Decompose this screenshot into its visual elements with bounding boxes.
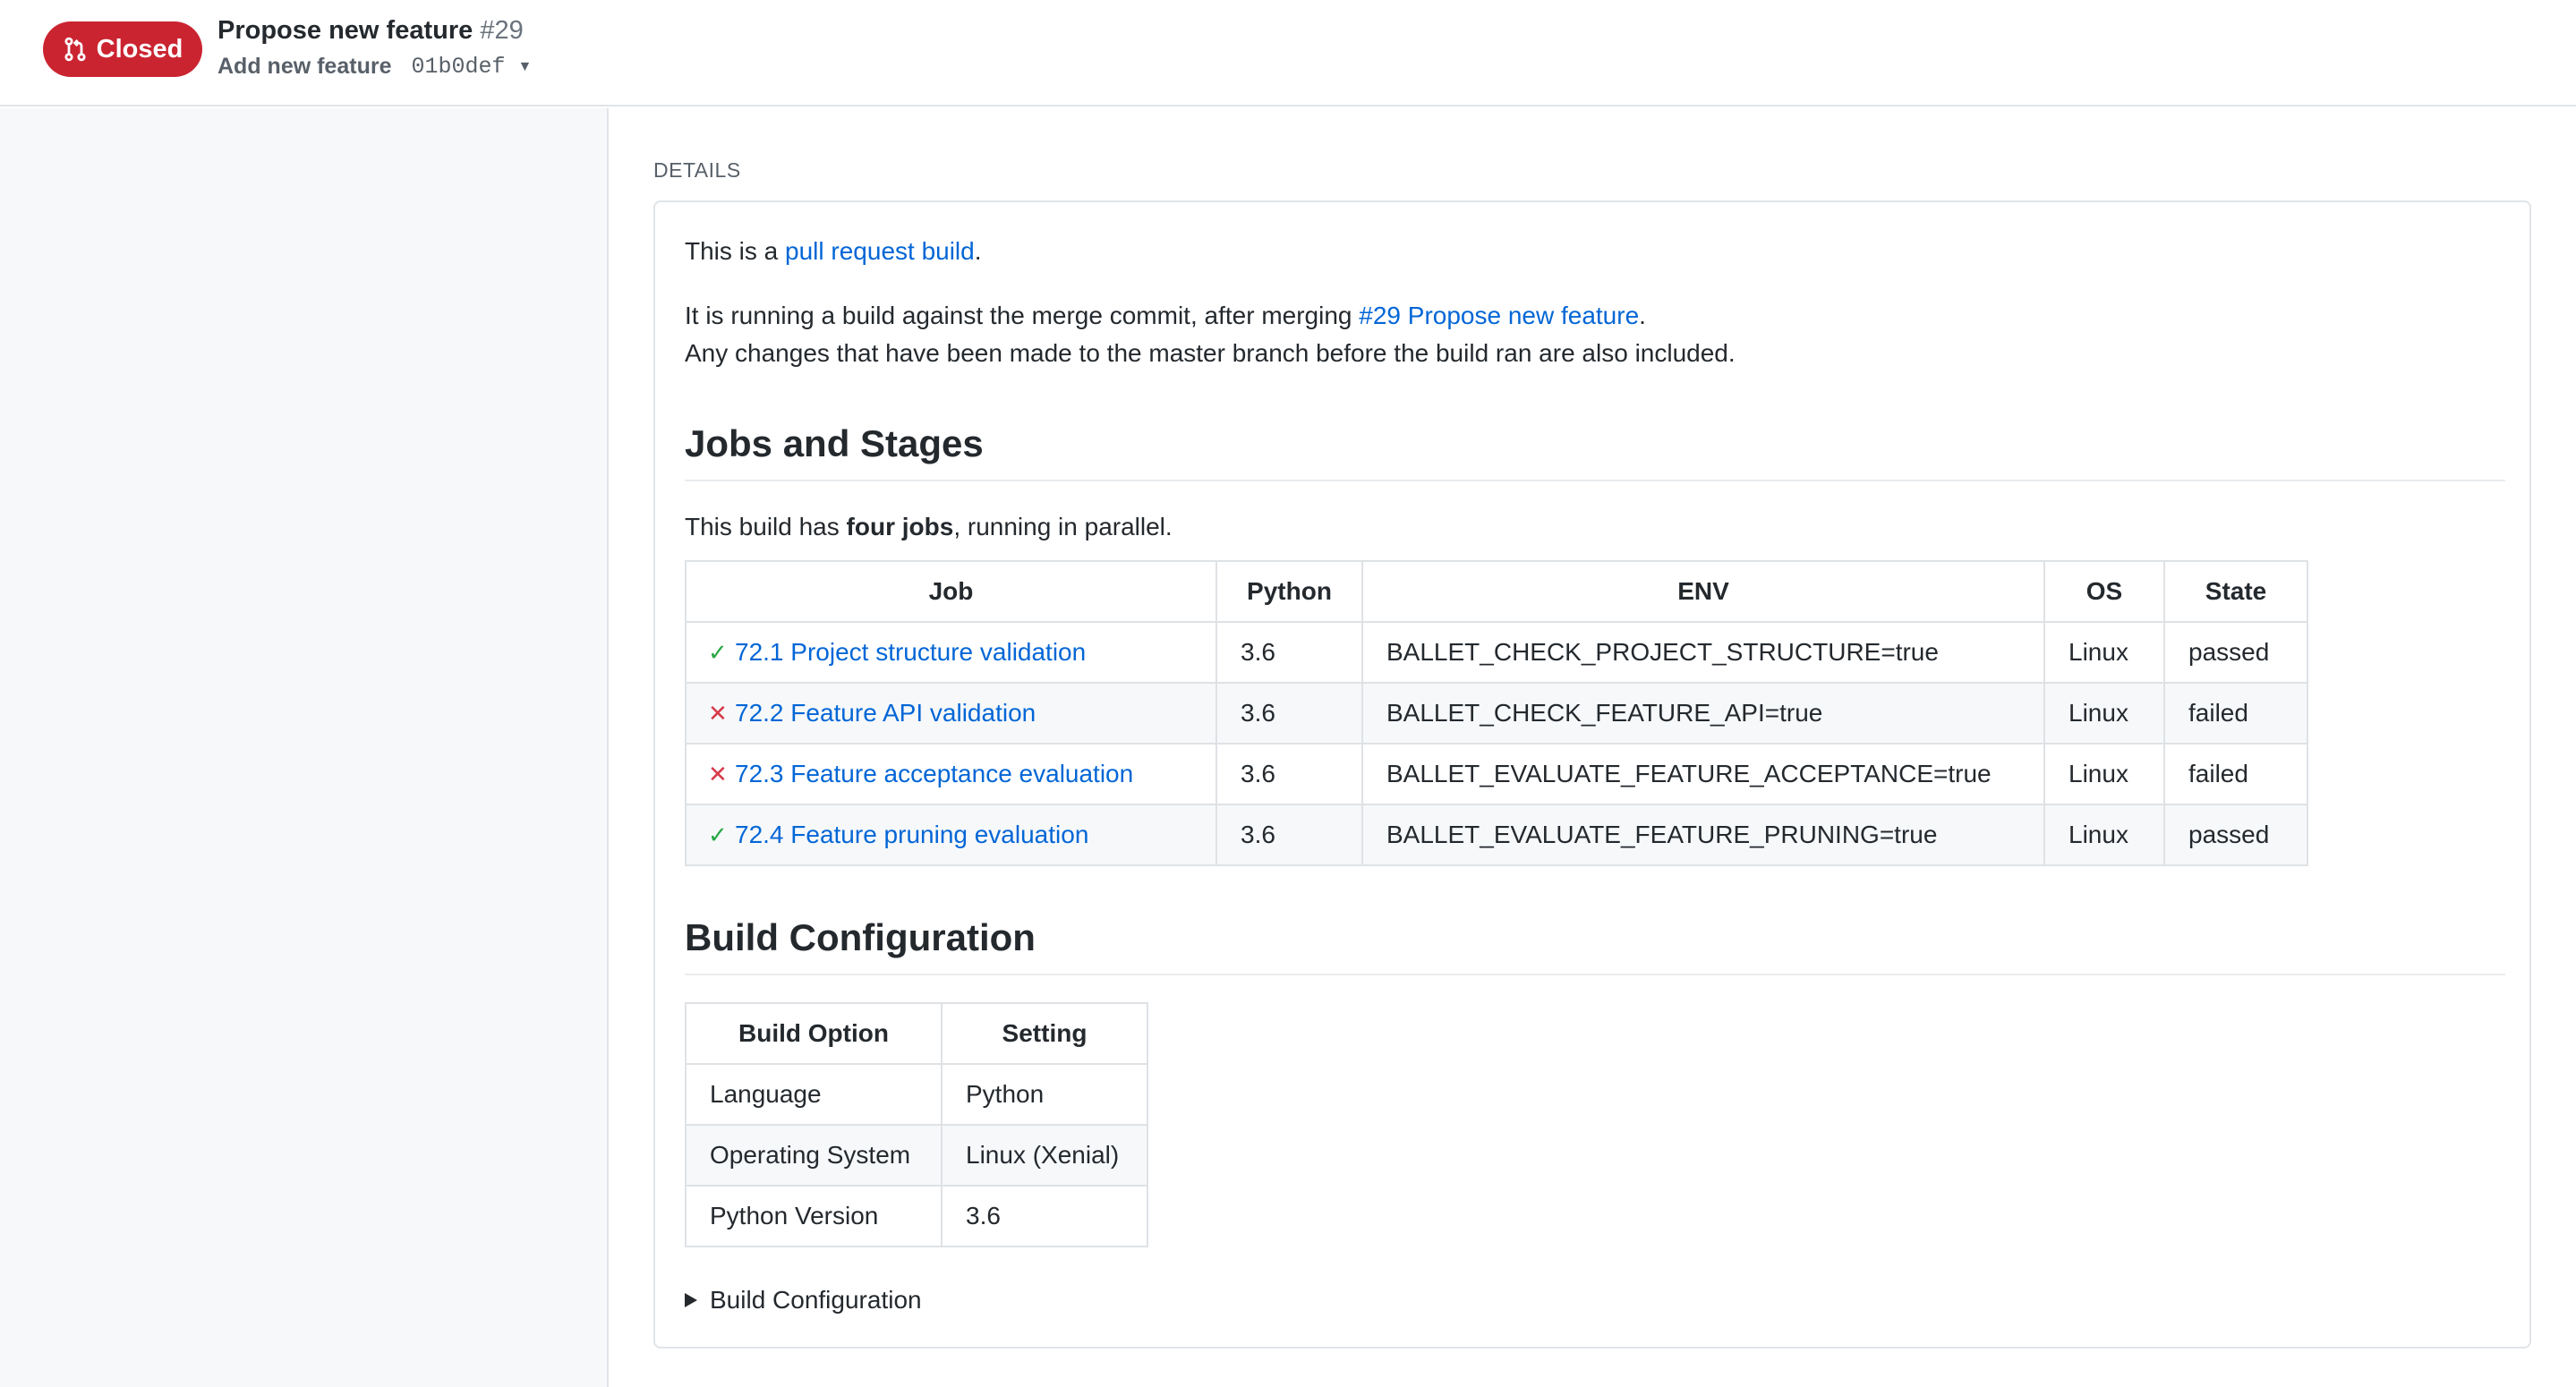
intro-prefix: This is a xyxy=(685,237,786,265)
state-cell: passed xyxy=(2163,621,2308,684)
table-row: Python Version 3.6 xyxy=(685,1185,1148,1247)
build-config-heading: Build Configuration xyxy=(685,913,2505,975)
python-cell: 3.6 xyxy=(1215,682,1363,745)
env-cell: BALLET_CHECK_PROJECT_STRUCTURE=true xyxy=(1361,621,2045,684)
os-cell: Linux xyxy=(2043,743,2165,805)
x-icon: ✕ xyxy=(708,761,728,787)
env-cell: BALLET_CHECK_FEATURE_API=true xyxy=(1361,682,2045,745)
pr-title-text: Propose new feature xyxy=(218,16,473,45)
jobs-heading: Jobs and Stages xyxy=(685,419,2505,481)
build-type-text: This is a pull request build. xyxy=(685,233,2505,270)
setting-cell: 3.6 xyxy=(941,1185,1148,1247)
details-section-label: DETAILS xyxy=(653,158,741,182)
job-cell: ✓ 72.1 Project structure validation xyxy=(685,621,1217,684)
python-cell: 3.6 xyxy=(1215,743,1363,805)
state-label: Closed xyxy=(96,34,183,64)
details-content: This is a pull request build. It is runn… xyxy=(685,233,2505,1319)
pr-subtitle: Add new feature 01b0def ▼ xyxy=(218,54,532,80)
pr-title: Propose new feature #29 xyxy=(218,16,524,46)
merge-commit-text: It is running a build against the merge … xyxy=(685,297,2505,335)
python-cell: 3.6 xyxy=(1215,621,1363,684)
column-header-build-option: Build Option xyxy=(685,1002,943,1065)
job-cell: ✓ 72.4 Feature pruning evaluation xyxy=(685,804,1217,866)
merge-prefix: It is running a build against the merge … xyxy=(685,302,1360,329)
table-row: ✕ 72.3 Feature acceptance evaluation 3.6 … xyxy=(685,743,2308,805)
table-row: ✓ 72.1 Project structure validation 3.6 B… xyxy=(685,621,2308,684)
config-table-header-row: Build Option Setting xyxy=(685,1002,1148,1065)
check-run-header: Closed Propose new feature #29 Add new f… xyxy=(0,0,2576,106)
table-row: Language Python xyxy=(685,1063,1148,1126)
option-cell: Language xyxy=(685,1063,943,1126)
build-config-toggle[interactable]: Build Configuration xyxy=(685,1281,2505,1319)
job-link[interactable]: 72.4 Feature pruning evaluation xyxy=(735,821,1088,848)
check-icon: ✓ xyxy=(708,639,728,666)
option-cell: Python Version xyxy=(685,1185,943,1247)
column-header-setting: Setting xyxy=(941,1002,1148,1065)
build-config-toggle-label: Build Configuration xyxy=(710,1286,922,1314)
changes-note: Any changes that have been made to the m… xyxy=(685,339,1736,367)
sidebar xyxy=(0,108,609,1387)
jobs-count: four jobs xyxy=(846,513,954,540)
job-cell: ✕ 72.2 Feature API validation xyxy=(685,682,1217,745)
branch-name: Add new feature xyxy=(218,54,392,79)
column-header-job: Job xyxy=(685,560,1217,623)
jobs-intro-prefix: This build has xyxy=(685,513,847,540)
pr-number: #29 xyxy=(480,16,524,45)
pull-request-build-link[interactable]: pull request build xyxy=(785,237,975,265)
details-box: This is a pull request build. It is runn… xyxy=(653,200,2531,1349)
column-header-env: ENV xyxy=(1361,560,2045,623)
jobs-table-header-row: Job Python ENV OS State xyxy=(685,560,2308,623)
job-link[interactable]: 72.3 Feature acceptance evaluation xyxy=(735,760,1133,787)
pull-request-icon xyxy=(64,37,86,62)
state-cell: failed xyxy=(2163,682,2308,745)
column-header-os: OS xyxy=(2043,560,2165,623)
x-icon: ✕ xyxy=(708,700,728,727)
column-header-state: State xyxy=(2163,560,2308,623)
job-link[interactable]: 72.2 Feature API validation xyxy=(735,699,1036,727)
jobs-table: Job Python ENV OS State ✓ 72.1 Project st… xyxy=(685,560,2308,866)
intro-suffix: . xyxy=(974,237,982,265)
closed-state-badge: Closed xyxy=(43,21,202,77)
os-cell: Linux xyxy=(2043,682,2165,745)
env-cell: BALLET_EVALUATE_FEATURE_ACCEPTANCE=true xyxy=(1361,743,2045,805)
main-content: DETAILS This is a pull request build. It… xyxy=(610,108,2576,1387)
check-icon: ✓ xyxy=(708,821,728,848)
os-cell: Linux xyxy=(2043,621,2165,684)
os-cell: Linux xyxy=(2043,804,2165,866)
table-row: Operating System Linux (Xenial) xyxy=(685,1124,1148,1187)
setting-cell: Linux (Xenial) xyxy=(941,1124,1148,1187)
option-cell: Operating System xyxy=(685,1124,943,1187)
merge-suffix: . xyxy=(1639,302,1646,329)
column-header-python: Python xyxy=(1215,560,1363,623)
state-cell: passed xyxy=(2163,804,2308,866)
jobs-intro-suffix: , running in parallel. xyxy=(953,513,1173,540)
chevron-down-icon[interactable]: ▼ xyxy=(518,59,533,75)
commit-sha[interactable]: 01b0def xyxy=(411,54,505,80)
build-config-table: Build Option Setting Language Python Ope… xyxy=(685,1002,1148,1247)
jobs-intro: This build has four jobs, running in par… xyxy=(685,508,2505,546)
disclosure-triangle-icon xyxy=(685,1293,697,1307)
job-link[interactable]: 72.1 Project structure validation xyxy=(735,638,1086,666)
python-cell: 3.6 xyxy=(1215,804,1363,866)
job-cell: ✕ 72.3 Feature acceptance evaluation xyxy=(685,743,1217,805)
pull-request-link[interactable]: #29 Propose new feature xyxy=(1359,302,1639,329)
setting-cell: Python xyxy=(941,1063,1148,1126)
state-cell: failed xyxy=(2163,743,2308,805)
table-row: ✓ 72.4 Feature pruning evaluation 3.6 BAL… xyxy=(685,804,2308,866)
table-row: ✕ 72.2 Feature API validation 3.6 BALLET_… xyxy=(685,682,2308,745)
env-cell: BALLET_EVALUATE_FEATURE_PRUNING=true xyxy=(1361,804,2045,866)
